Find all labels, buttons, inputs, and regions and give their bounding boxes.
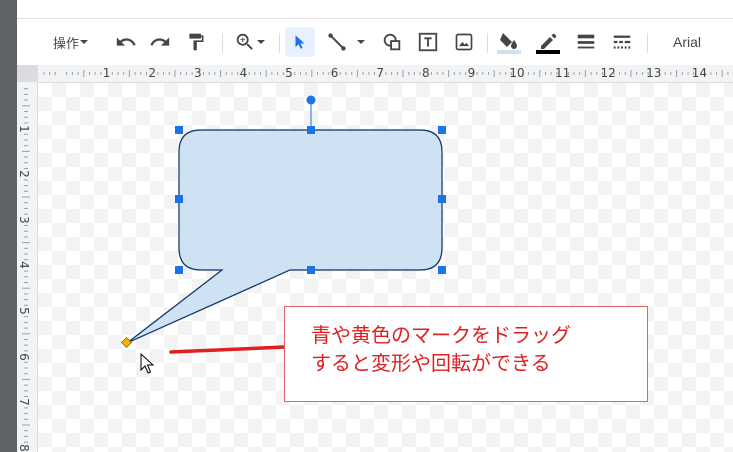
resize-handle-top-left[interactable]: [175, 126, 183, 134]
resize-handle-right[interactable]: [438, 195, 446, 203]
annotation-callout-box: 青や黄色のマークをドラッグ すると変形や回転ができる: [284, 306, 648, 402]
resize-handle-bottom-left[interactable]: [175, 266, 183, 274]
resize-handle-top[interactable]: [307, 126, 315, 134]
annotation-text-line1: 青や黄色のマークをドラッグ: [311, 323, 571, 347]
resize-handle-top-right[interactable]: [438, 126, 446, 134]
tail-adjust-handle[interactable]: [120, 336, 133, 349]
annotation-text-line2: すると変形や回転ができる: [311, 351, 551, 375]
mouse-cursor-icon: [140, 352, 155, 374]
rotate-handle[interactable]: [306, 95, 316, 105]
resize-handle-bottom[interactable]: [307, 266, 315, 274]
resize-handle-bottom-right[interactable]: [438, 266, 446, 274]
annotation-pointer-line: [169, 345, 287, 354]
resize-handle-left[interactable]: [175, 195, 183, 203]
